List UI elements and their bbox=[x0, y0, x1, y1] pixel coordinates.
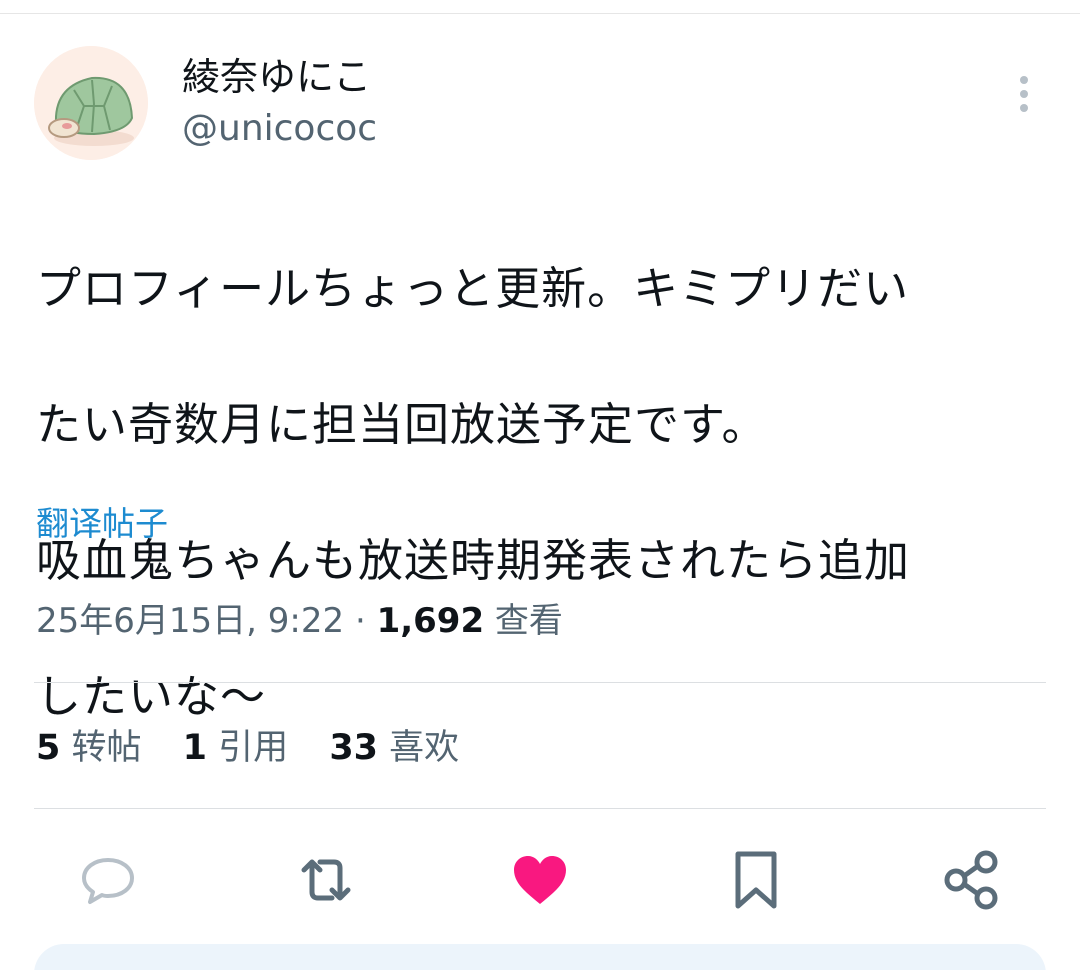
translate-post-link[interactable]: 翻译帖子 bbox=[36, 500, 168, 548]
likes-count: 33 bbox=[329, 728, 379, 768]
meta-separator: · bbox=[354, 601, 366, 641]
likes-stat[interactable]: 33 喜欢 bbox=[329, 728, 459, 768]
avatar[interactable] bbox=[34, 46, 148, 160]
reply-button[interactable] bbox=[76, 848, 140, 912]
bookmark-icon bbox=[735, 851, 777, 909]
share-icon bbox=[944, 850, 998, 910]
retweet-icon bbox=[301, 859, 351, 901]
views-count: 1,692 bbox=[376, 601, 485, 641]
retweet-button[interactable] bbox=[294, 848, 358, 912]
quotes-stat[interactable]: 1 引用 bbox=[183, 728, 300, 768]
tweet-timestamp[interactable]: 25年6月15日, 9:22 bbox=[36, 601, 344, 641]
more-vertical-icon bbox=[1020, 76, 1028, 112]
user-handle[interactable]: @unicococ bbox=[182, 105, 377, 153]
share-button[interactable] bbox=[940, 848, 1004, 912]
views-label: 查看 bbox=[494, 601, 563, 641]
like-button[interactable] bbox=[508, 848, 572, 912]
more-options-button[interactable] bbox=[1004, 70, 1044, 118]
tweet-text-line: 吸血鬼ちゃんも放送時期発表されたら追加 bbox=[36, 534, 911, 587]
reply-composer-card[interactable] bbox=[34, 944, 1046, 970]
tweet-text: プロフィールちょっと更新。キミプリだい たい奇数月に担当回放送予定です。 吸血鬼… bbox=[36, 187, 1036, 799]
tweet-text-line: プロフィールちょっと更新。キミプリだい bbox=[36, 262, 910, 315]
quotes-count: 1 bbox=[182, 728, 208, 768]
tweet-detail: 綾奈ゆにこ @unicococ プロフィールちょっと更新。キミプリだい たい奇数… bbox=[0, 0, 1080, 970]
top-divider bbox=[0, 13, 1080, 14]
heart-icon bbox=[514, 856, 566, 904]
retweets-count: 5 bbox=[36, 728, 61, 768]
retweets-label: 转帖 bbox=[71, 728, 142, 768]
divider bbox=[34, 808, 1046, 809]
quotes-label: 引用 bbox=[218, 728, 289, 768]
tweet-meta: 25年6月15日, 9:22 · 1,692 查看 bbox=[36, 596, 563, 646]
turtle-avatar-icon bbox=[34, 46, 148, 160]
reply-icon bbox=[82, 858, 134, 904]
tweet-text-line: したいな〜 bbox=[36, 670, 267, 723]
engagement-stats: 5 转帖 1 引用 33 喜欢 bbox=[36, 722, 489, 774]
likes-label: 喜欢 bbox=[389, 728, 460, 768]
tweet-text-line: たい奇数月に担当回放送予定です。 bbox=[36, 398, 768, 451]
bookmark-button[interactable] bbox=[724, 848, 788, 912]
retweets-stat[interactable]: 5 转帖 bbox=[36, 728, 153, 768]
display-name[interactable]: 綾奈ゆにこ bbox=[182, 52, 371, 102]
divider bbox=[34, 682, 1046, 683]
